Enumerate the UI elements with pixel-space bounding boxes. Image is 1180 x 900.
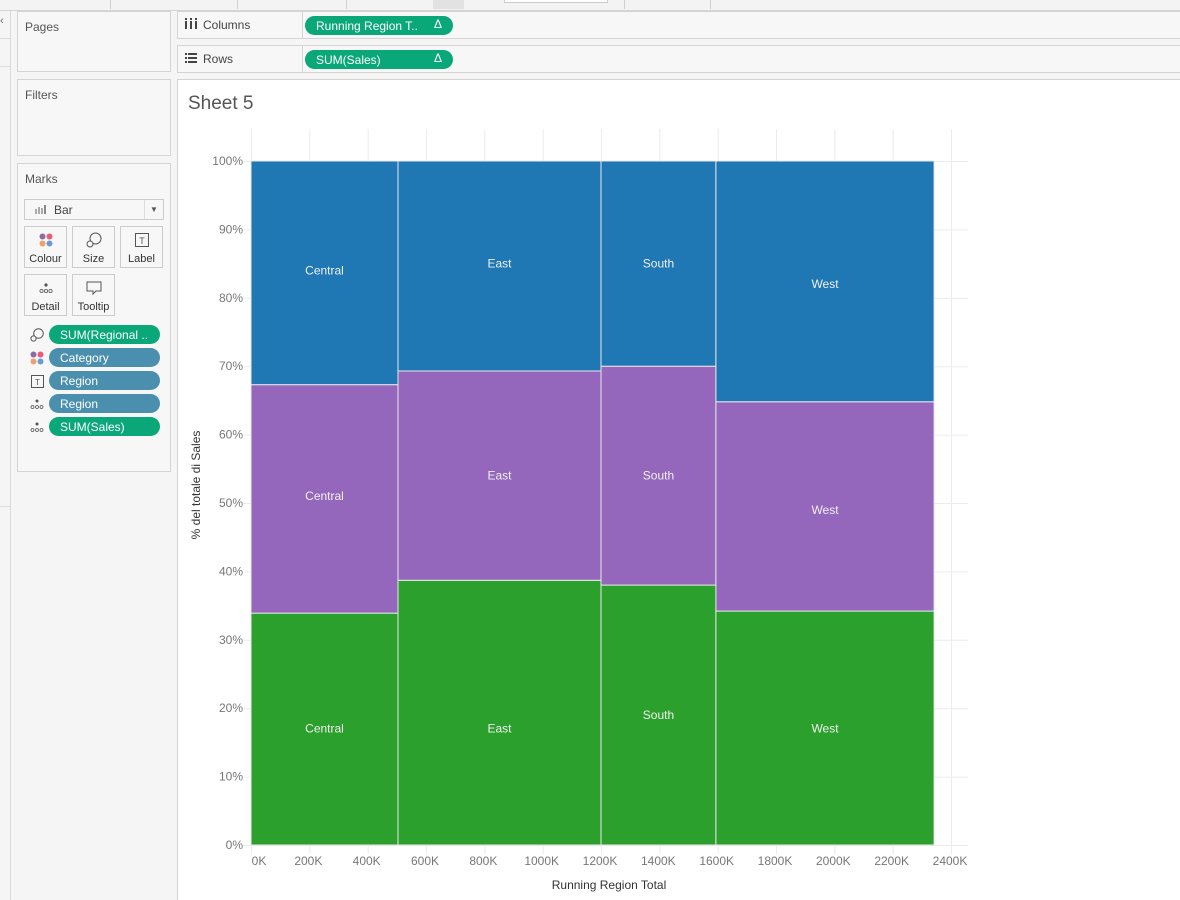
detail-icon [30,397,44,411]
divider [0,506,10,507]
toolbar-divider [710,0,711,9]
marks-field-row: SUM(Sales) [24,417,164,437]
pages-shelf[interactable]: Pages [17,11,171,72]
chevron-down-icon[interactable]: ▼ [144,200,163,219]
toolbar-divider [624,0,625,9]
toolbar-strip [0,0,1180,11]
filters-shelf[interactable]: Filters [17,79,171,156]
toolbar-divider [110,0,111,9]
field-pill-region-label[interactable]: Region [49,371,160,390]
divider [0,38,10,39]
marks-field-row: Region [24,394,164,414]
marks-field-row: SUM(Regional .. [24,325,164,345]
columns-shelf-label: Columns [178,12,303,38]
columns-pill-label: Running Region T.. [316,18,418,33]
rows-icon [185,52,197,66]
size-button[interactable]: Size [72,226,115,268]
detail-icon [38,278,53,298]
size-icon [30,328,44,342]
field-pill-sum-sales[interactable]: SUM(Sales) [49,417,160,436]
field-pill-category[interactable]: Category [49,348,160,367]
rows-shelf-label: Rows [178,46,303,72]
field-pill-region-detail[interactable]: Region [49,394,160,413]
label-button[interactable]: T Label [120,226,163,268]
columns-pill-running-region-total[interactable]: Running Region T.. Δ [305,16,453,35]
columns-icon [185,18,197,32]
field-pill-regional[interactable]: SUM(Regional .. [49,325,160,344]
mark-type-dropdown[interactable]: Bar ▼ [24,199,164,220]
delta-icon: Δ [433,17,442,31]
detail-icon [30,420,44,434]
detail-button-label: Detail [31,301,60,313]
divider [0,66,10,67]
rows-label: Rows [203,52,234,66]
data-pane-collapsed: ‹ [0,11,11,900]
size-icon [86,230,102,250]
size-button-label: Size [82,253,105,265]
worksheet-canvas [177,79,1180,900]
marks-field-row: Category [24,348,164,368]
colour-button[interactable]: Colour [24,226,67,268]
pages-label: Pages [25,20,60,34]
colour-button-label: Colour [29,253,62,265]
marks-card: Marks Bar ▼ Colour Size T Label Detail T… [17,163,171,472]
columns-label: Columns [203,18,251,32]
color-dots-icon [30,351,44,365]
close-icon[interactable]: ‹ [0,15,4,27]
tooltip-button[interactable]: Tooltip [72,274,115,316]
color-dots-icon [39,230,53,250]
delta-icon: Δ [433,51,442,65]
label-icon: T [30,374,44,388]
sheet-title: Sheet 5 [188,93,254,114]
marks-title: Marks [25,172,58,186]
label-icon: T [134,230,149,250]
marks-field-row: T Region [24,371,164,391]
filters-label: Filters [25,88,58,102]
toolbar-button[interactable] [433,0,464,9]
rows-pill-sum-sales[interactable]: SUM(Sales) Δ [305,50,453,69]
rows-pill-label: SUM(Sales) [316,52,381,67]
bar-chart-icon [35,203,46,217]
svg-text:T: T [139,236,145,246]
mark-type-value: Bar [54,202,73,217]
tooltip-button-label: Tooltip [77,301,110,313]
label-button-label: Label [128,253,155,265]
detail-button[interactable]: Detail [24,274,67,316]
toolbar-divider [237,0,238,9]
rows-shelf[interactable]: Rows SUM(Sales) Δ [177,45,1180,73]
toolbar-field[interactable] [504,0,608,3]
columns-shelf[interactable]: Columns Running Region T.. Δ [177,11,1180,39]
svg-text:T: T [35,378,40,387]
tooltip-icon [86,278,102,298]
toolbar-divider [346,0,347,9]
